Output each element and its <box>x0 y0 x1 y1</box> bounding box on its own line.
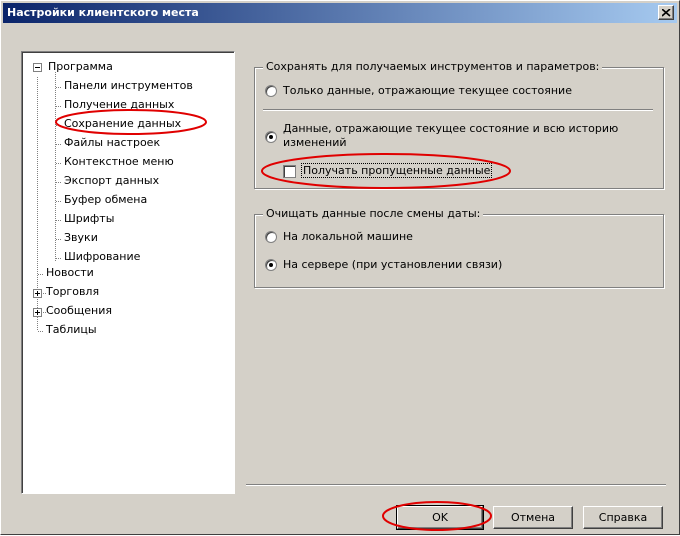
radio-local-machine[interactable] <box>265 231 277 243</box>
window-title: Настройки клиентского места <box>7 6 199 19</box>
tree-item-programma[interactable]: Программа <box>46 59 115 75</box>
plus-icon <box>35 291 40 296</box>
tree-item-data-save[interactable]: Сохранение данных <box>62 116 183 132</box>
plus-icon <box>35 310 40 315</box>
tree-item-settings-files[interactable]: Файлы настроек <box>62 135 162 151</box>
radio-current-and-history[interactable] <box>265 131 277 143</box>
title-bar[interactable]: Настройки клиентского места <box>3 3 677 23</box>
missed-data-checkbox[interactable] <box>283 165 296 178</box>
radio-selected-dot <box>269 263 273 267</box>
clear-group-caption: Очищать данные после смены даты: <box>263 207 484 220</box>
bottom-separator <box>246 484 666 486</box>
tree-item-news[interactable]: Новости <box>44 265 96 281</box>
tree-expand-toggle-trading[interactable] <box>33 289 42 298</box>
ok-button[interactable]: OK <box>396 505 484 530</box>
radio-on-server[interactable] <box>265 259 277 271</box>
radio-current-and-history-label[interactable]: Данные, отражающие текущее состояние и в… <box>283 122 653 150</box>
save-group-caption: Сохранять для получаемых инструментов и … <box>263 60 603 73</box>
tree-item-encryption[interactable]: Шифрование <box>62 249 142 265</box>
tree-item-context-menu[interactable]: Контекстное меню <box>62 154 176 170</box>
help-button[interactable]: Справка <box>583 506 663 529</box>
tree-item-toolbars[interactable]: Панели инструментов <box>62 78 195 94</box>
radio-local-machine-label[interactable]: На локальной машине <box>283 230 413 243</box>
tree-item-clipboard[interactable]: Буфер обмена <box>62 192 149 208</box>
minus-icon <box>35 67 40 68</box>
settings-dialog: Настройки клиентского места Программа Па… <box>0 0 680 535</box>
tree-item-tables[interactable]: Таблицы <box>44 322 99 338</box>
radio-current-state-only-label[interactable]: Только данные, отражающие текущее состоя… <box>283 84 572 97</box>
radio-current-state-only[interactable] <box>265 85 277 97</box>
tree-item-data-receive[interactable]: Получение данных <box>62 97 176 113</box>
tree-item-trading[interactable]: Торговля <box>44 284 101 300</box>
tree-collapse-toggle-programma[interactable] <box>33 63 42 72</box>
tree-expand-toggle-messages[interactable] <box>33 308 42 317</box>
close-button[interactable] <box>658 5 674 20</box>
radio-selected-dot <box>269 135 273 139</box>
clear-data-group: Очищать данные после смены даты: На лока… <box>254 207 664 288</box>
close-icon <box>662 9 671 17</box>
tree-item-sounds[interactable]: Звуки <box>62 230 100 246</box>
tree-item-messages[interactable]: Сообщения <box>44 303 114 319</box>
tree-item-data-export[interactable]: Экспорт данных <box>62 173 161 189</box>
cancel-button[interactable]: Отмена <box>493 506 573 529</box>
missed-data-checkbox-label[interactable]: Получать пропущенные данные <box>300 163 493 178</box>
save-settings-group: Сохранять для получаемых инструментов и … <box>254 60 664 189</box>
tree-item-fonts[interactable]: Шрифты <box>62 211 116 227</box>
settings-tree[interactable]: Программа Панели инструментов Получение … <box>21 51 235 494</box>
radio-on-server-label[interactable]: На сервере (при установлении связи) <box>283 258 502 271</box>
save-group-separator <box>263 109 653 111</box>
